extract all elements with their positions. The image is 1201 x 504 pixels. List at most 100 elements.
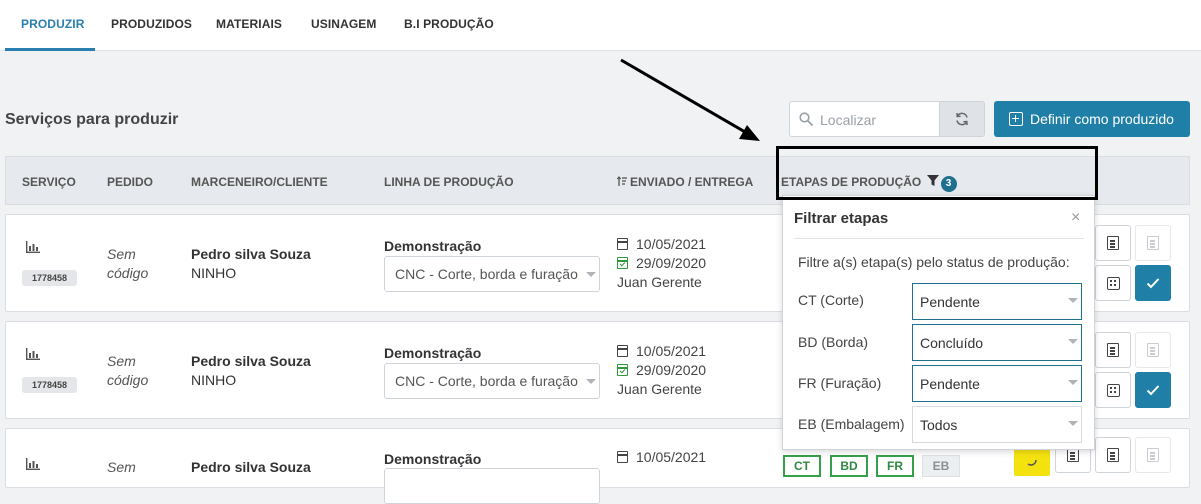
define-produced-label: Definir como produzido — [1030, 111, 1174, 127]
stage-ct[interactable]: CT — [783, 455, 821, 477]
chevron-down-icon — [586, 379, 596, 384]
report-button[interactable] — [1095, 332, 1131, 368]
document-disabled-button[interactable] — [1135, 225, 1171, 261]
delivery-date: 29/09/2020 — [617, 362, 706, 378]
check-icon — [1146, 385, 1160, 396]
report-button[interactable] — [1095, 437, 1131, 473]
close-icon[interactable]: × — [1071, 209, 1080, 227]
page-title: Serviços para produzir — [5, 111, 179, 128]
filter-select-ct[interactable]: Pendente — [912, 283, 1082, 320]
warning-button[interactable] — [1014, 446, 1050, 476]
document-disabled-button[interactable] — [1135, 437, 1171, 473]
top-nav: PRODUZIR PRODUZIDOS MATERIAIS USINAGEM B… — [0, 0, 1201, 51]
search-icon — [799, 112, 813, 126]
linha-select[interactable]: CNC - Corte, borda e furação — [384, 363, 600, 399]
calendar-icon — [617, 345, 628, 357]
cliente-sub: NINHO — [191, 372, 237, 388]
filter-select-value: Todos — [920, 417, 958, 433]
filter-select-value: Pendente — [920, 376, 980, 392]
tab-produzidos[interactable]: PRODUZIDOS — [111, 17, 192, 31]
refresh-icon — [956, 112, 968, 126]
chart-icon[interactable] — [26, 458, 40, 470]
pedido-line1: Sem — [107, 246, 136, 262]
filter-select-eb[interactable]: Todos — [912, 406, 1082, 443]
tab-bi-producao[interactable]: B.I PRODUÇÃO — [404, 17, 494, 31]
document-icon — [1107, 236, 1119, 250]
responsavel: Juan Gerente — [617, 274, 702, 290]
report-button[interactable] — [1095, 225, 1131, 261]
stage-fr[interactable]: FR — [876, 455, 914, 477]
document-icon — [1107, 448, 1119, 462]
chevron-down-icon — [1068, 421, 1078, 426]
sent-date-value: 10/05/2021 — [636, 236, 707, 252]
linha-select[interactable] — [384, 468, 600, 504]
chart-icon[interactable] — [26, 241, 40, 253]
sent-date-value: 10/05/2021 — [636, 449, 707, 465]
chevron-down-icon — [1068, 339, 1078, 344]
filter-popover: Filtrar etapas × Filtre a(s) etapa(s) pe… — [782, 195, 1095, 450]
sent-date-value: 10/05/2021 — [636, 343, 707, 359]
sent-date: 10/05/2021 — [617, 449, 706, 465]
filter-select-bd[interactable]: Concluído — [912, 324, 1082, 361]
define-produced-button[interactable]: Definir como produzido — [994, 101, 1190, 137]
filter-description: Filtre a(s) etapa(s) pelo status de prod… — [798, 254, 1070, 270]
tab-materiais[interactable]: MATERIAIS — [216, 17, 282, 31]
document-icon — [1067, 448, 1079, 462]
highlight-annotation-box — [776, 146, 1098, 200]
chevron-down-icon — [586, 272, 596, 277]
parts-button[interactable] — [1095, 372, 1131, 408]
confirm-button[interactable] — [1135, 372, 1171, 408]
sent-date: 10/05/2021 — [617, 343, 706, 359]
col-enviado[interactable]: ENVIADO / ENTREGA — [616, 175, 754, 189]
chart-icon[interactable] — [26, 348, 40, 360]
pedido-line1: Sem — [107, 353, 136, 369]
refresh-button[interactable] — [939, 101, 985, 137]
document-icon — [1147, 343, 1159, 357]
calendar-check-icon — [617, 257, 628, 269]
service-id-badge: 1778458 — [22, 377, 77, 393]
linha-select[interactable]: CNC - Corte, borda e furação — [384, 256, 600, 292]
col-cliente: MARCENEIRO/CLIENTE — [191, 175, 328, 189]
cliente-name: Pedro silva Souza — [191, 459, 311, 475]
search-input[interactable] — [820, 110, 932, 130]
calendar-icon — [617, 451, 628, 463]
filter-label-bd: BD (Borda) — [798, 334, 869, 350]
delivery-date: 29/09/2020 — [617, 255, 706, 271]
check-icon — [1146, 278, 1160, 289]
document-icon — [1147, 236, 1159, 250]
calendar-check-icon — [617, 364, 628, 376]
pedido-line2: código — [107, 265, 149, 281]
pedido-value: Sem — [107, 459, 136, 475]
pedido-line2: código — [107, 372, 149, 388]
sort-icon — [616, 176, 627, 186]
dice-icon — [1106, 383, 1120, 397]
parts-button[interactable] — [1095, 265, 1131, 301]
search-box — [789, 101, 940, 137]
stage-eb[interactable]: EB — [922, 455, 960, 477]
calendar-icon — [617, 238, 628, 250]
sent-date: 10/05/2021 — [617, 236, 706, 252]
stage-bd[interactable]: BD — [830, 455, 868, 477]
active-tab-indicator — [5, 48, 95, 51]
delivery-date-value: 29/09/2020 — [636, 362, 707, 378]
pedido-value: Sem código — [107, 352, 148, 390]
linha-select-value: CNC - Corte, borda e furação — [395, 373, 578, 389]
linha-label: Demonstração — [384, 451, 482, 467]
tab-usinagem[interactable]: USINAGEM — [311, 17, 376, 31]
document-disabled-button[interactable] — [1135, 332, 1171, 368]
pedido-value: Sem código — [107, 245, 148, 283]
chevron-down-icon — [1068, 380, 1078, 385]
filter-select-fr[interactable]: Pendente — [912, 365, 1082, 402]
filter-select-value: Pendente — [920, 294, 980, 310]
filter-select-value: Concluído — [920, 335, 984, 351]
col-servico: SERVIÇO — [22, 175, 76, 189]
spinner-icon — [1027, 459, 1037, 466]
responsavel: Juan Gerente — [617, 381, 702, 397]
delivery-date-value: 29/09/2020 — [636, 255, 707, 271]
document-icon — [1107, 343, 1119, 357]
cliente-sub: NINHO — [191, 265, 237, 281]
confirm-button[interactable] — [1135, 265, 1171, 301]
col-enviado-label: ENVIADO / ENTREGA — [630, 175, 754, 189]
filter-label-eb: EB (Embalagem) — [798, 416, 905, 432]
tab-produzir[interactable]: PRODUZIR — [21, 17, 84, 31]
